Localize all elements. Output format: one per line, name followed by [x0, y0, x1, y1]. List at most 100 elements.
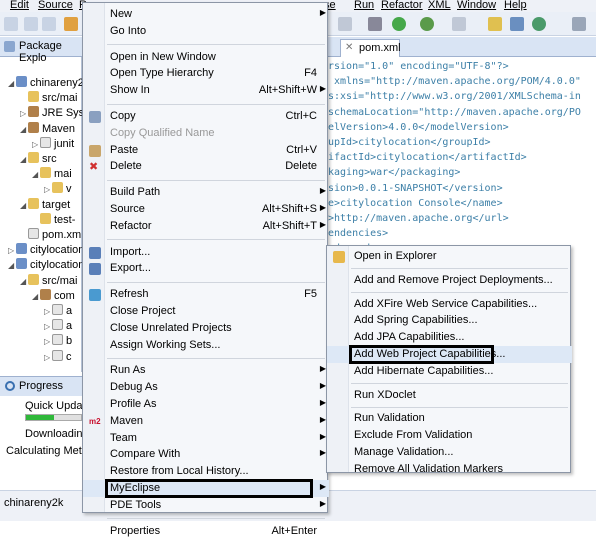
- expand-toggle-icon[interactable]: ▷: [44, 307, 52, 316]
- expand-toggle-icon[interactable]: ◢: [20, 155, 28, 164]
- expand-toggle-icon[interactable]: ▷: [44, 185, 52, 194]
- menu-item-manage-validation[interactable]: Manage Validation...: [327, 444, 572, 461]
- menu-item-remove-all-validation-markers[interactable]: Remove All Validation Markers: [327, 461, 572, 478]
- menu-item-add-jpa-capabilities[interactable]: Add JPA Capabilities...: [327, 329, 572, 346]
- perspective-icon[interactable]: [572, 17, 586, 31]
- gear-icon[interactable]: [368, 17, 382, 31]
- tool-icon[interactable]: [338, 17, 352, 31]
- expand-toggle-icon[interactable]: ▷: [44, 353, 52, 362]
- expand-toggle-icon[interactable]: ▷: [44, 322, 52, 331]
- menu-item-myeclipse[interactable]: MyEclipse ▶: [83, 479, 329, 498]
- menu-item-debug-as[interactable]: Debug As ▶: [83, 379, 329, 396]
- expand-toggle-icon[interactable]: ▷: [20, 109, 28, 118]
- menu-source[interactable]: Source: [38, 0, 73, 11]
- menu-item-run-validation[interactable]: Run Validation: [327, 410, 572, 427]
- globe-icon[interactable]: [532, 17, 546, 31]
- chevron-down-icon[interactable]: [452, 17, 466, 31]
- menu-item-add-and-remove-project-deployments[interactable]: Add and Remove Project Deployments...: [327, 272, 572, 289]
- menu-item-refresh[interactable]: Refresh F5: [83, 286, 329, 303]
- save-icon[interactable]: [24, 17, 38, 31]
- menu-run[interactable]: Run: [354, 0, 374, 11]
- expand-toggle-icon[interactable]: ◢: [20, 201, 28, 210]
- menu-item-properties[interactable]: Properties Alt+Enter: [83, 523, 329, 540]
- folder-icon: [28, 197, 39, 209]
- menu-item-open-type-hierarchy[interactable]: Open Type Hierarchy F4: [83, 65, 329, 82]
- menu-help[interactable]: Help: [504, 0, 527, 11]
- expand-toggle-icon[interactable]: ◢: [8, 79, 16, 88]
- tree-item[interactable]: ◢ citylocation: [0, 258, 84, 274]
- expand-toggle-icon[interactable]: ◢: [32, 170, 40, 179]
- menu-xml[interactable]: XML: [428, 0, 451, 11]
- expand-toggle-icon[interactable]: ◢: [8, 261, 16, 270]
- tree-item[interactable]: ▷ b: [0, 334, 72, 350]
- tree-item[interactable]: ◢ src: [0, 152, 57, 168]
- debug-icon[interactable]: [420, 17, 434, 31]
- tree-item[interactable]: ▷ JRE Sys: [0, 106, 84, 122]
- expand-toggle-icon[interactable]: ▷: [44, 337, 52, 346]
- menu-item-close-project[interactable]: Close Project: [83, 303, 329, 320]
- expand-toggle-icon[interactable]: ▷: [8, 246, 16, 255]
- menu-item-run-xdoclet[interactable]: Run XDoclet: [327, 387, 572, 404]
- menu-item-delete[interactable]: ✖ Delete Delete: [83, 158, 329, 175]
- menu-item-maven[interactable]: m2 Maven ▶: [83, 413, 329, 430]
- menu-item-add-xfire-web-service-capabilities[interactable]: Add XFire Web Service Capabilities...: [327, 296, 572, 313]
- package-icon[interactable]: [64, 17, 78, 31]
- menu-item-import[interactable]: Import...: [83, 244, 329, 261]
- menu-item-export[interactable]: Export...: [83, 260, 329, 277]
- menu-item-profile-as[interactable]: Profile As ▶: [83, 396, 329, 413]
- menu-item-team[interactable]: Team ▶: [83, 430, 329, 447]
- menu-item-restore-from-local-history[interactable]: Restore from Local History...: [83, 463, 329, 480]
- menu-item-add-spring-capabilities[interactable]: Add Spring Capabilities...: [327, 312, 572, 329]
- progress-tab[interactable]: Progress: [0, 377, 82, 396]
- menu-item-open-in-new-window[interactable]: Open in New Window: [83, 49, 329, 66]
- menu-item-add-web-project-capabilities[interactable]: Add Web Project Capabilities...: [327, 345, 572, 364]
- tree-item[interactable]: ▷ v: [0, 182, 72, 198]
- menu-item-close-unrelated-projects[interactable]: Close Unrelated Projects: [83, 320, 329, 337]
- tree-item[interactable]: ▷ a: [0, 304, 72, 320]
- expand-toggle-icon[interactable]: ◢: [20, 277, 28, 286]
- tree-item[interactable]: ▷ junit: [0, 136, 74, 153]
- expand-toggle-icon[interactable]: ▷: [32, 140, 40, 149]
- run-icon[interactable]: [392, 17, 406, 31]
- menu-refactor[interactable]: Refactor: [381, 0, 423, 11]
- menu-item-run-as[interactable]: Run As ▶: [83, 362, 329, 379]
- menu-item-new[interactable]: New ▶: [83, 6, 329, 23]
- menu-separator: [107, 518, 325, 520]
- menu-item-build-path[interactable]: Build Path ▶: [83, 184, 329, 201]
- menu-item-paste[interactable]: Paste Ctrl+V: [83, 142, 329, 159]
- expand-toggle-icon[interactable]: ◢: [20, 125, 28, 134]
- expand-toggle-icon[interactable]: ◢: [32, 292, 40, 301]
- tree-item[interactable]: ◢ chinareny2: [0, 76, 84, 92]
- tree-item[interactable]: ▷ a: [0, 319, 72, 335]
- menu-window[interactable]: Window: [457, 0, 496, 11]
- print-icon[interactable]: [42, 17, 56, 31]
- folder-open-icon[interactable]: [488, 17, 502, 31]
- menu-item-go-into[interactable]: Go Into: [83, 23, 329, 40]
- tree-item[interactable]: ▷ citylocation: [0, 243, 84, 259]
- tree-item[interactable]: ◢ target: [0, 197, 70, 214]
- close-icon[interactable]: ✕: [345, 42, 353, 53]
- menu-item-pde-tools[interactable]: PDE Tools ▶: [83, 497, 329, 514]
- tree-item[interactable]: pom.xm: [0, 228, 81, 244]
- menu-item-copy[interactable]: Copy Ctrl+C: [83, 108, 329, 125]
- menu-item-assign-working-sets[interactable]: Assign Working Sets...: [83, 337, 329, 354]
- package-explorer-tab[interactable]: Package Explo: [0, 37, 82, 64]
- tree-item[interactable]: ◢ Maven: [0, 121, 75, 138]
- menu-item-refactor[interactable]: Refactor Alt+Shift+T ▶: [83, 218, 329, 235]
- tree-item[interactable]: ◢ com: [0, 288, 75, 305]
- tree-item[interactable]: test-: [0, 212, 75, 229]
- editor-tab-pom[interactable]: ✕ pom.xml: [340, 39, 401, 57]
- menu-item-compare-with[interactable]: Compare With ▶: [83, 446, 329, 463]
- back-icon[interactable]: [4, 17, 18, 31]
- menu-item-show-in[interactable]: Show In Alt+Shift+W ▶: [83, 82, 329, 99]
- tree-item[interactable]: ◢ src/mai: [0, 273, 77, 290]
- search-icon[interactable]: [510, 17, 524, 31]
- menu-edit[interactable]: Edit: [10, 0, 29, 11]
- menu-item-source[interactable]: Source Alt+Shift+S ▶: [83, 201, 329, 218]
- menu-item-add-hibernate-capabilities[interactable]: Add Hibernate Capabilities...: [327, 363, 572, 380]
- tree-item[interactable]: src/mai: [0, 91, 77, 107]
- tree-item[interactable]: ▷ c: [0, 349, 72, 366]
- menu-item-exclude-from-validation[interactable]: Exclude From Validation: [327, 427, 572, 444]
- tree-item[interactable]: ◢ mai: [0, 167, 72, 183]
- menu-item-open-in-explorer[interactable]: Open in Explorer: [327, 248, 572, 265]
